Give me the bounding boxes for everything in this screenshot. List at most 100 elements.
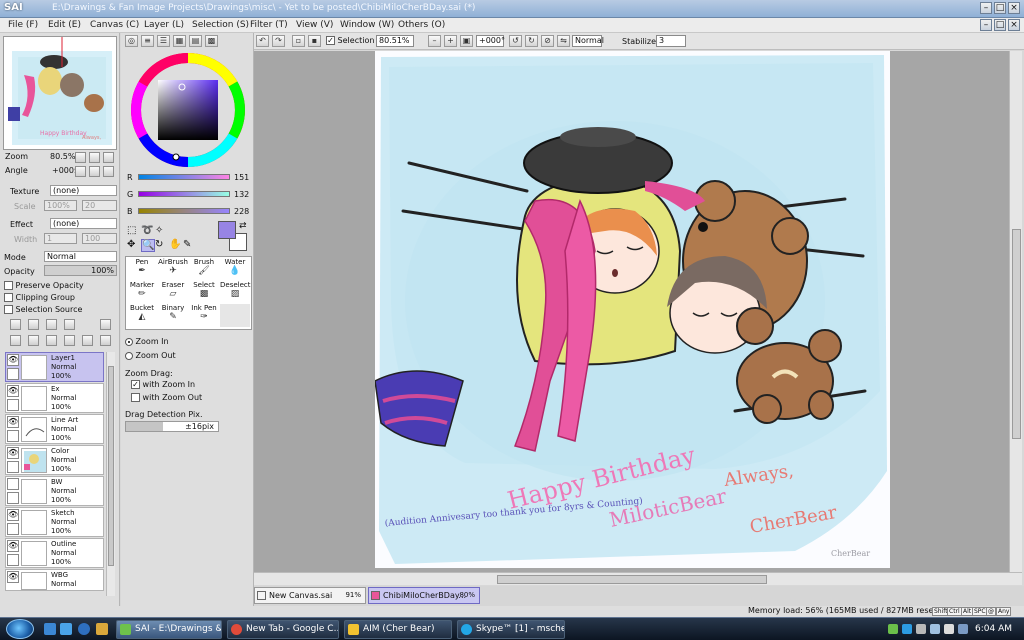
new-linework-layer-icon[interactable] [28,319,39,330]
tool-airbrush[interactable]: AirBrush ✈ [158,258,188,281]
start-button[interactable] [6,619,34,639]
zoom-in-button[interactable]: + [444,35,457,47]
tool-marker[interactable]: Marker ✏ [127,281,157,304]
menu-others[interactable]: Others (O) [398,20,445,30]
pen-lock-icon[interactable] [7,461,19,473]
layer-item-layer1[interactable]: 👁 Layer1 Normal 100% [5,352,104,382]
scratchpad-tab-icon[interactable]: ▤ [189,35,202,47]
new-layer-icon[interactable] [10,319,21,330]
visibility-eye-icon[interactable]: 👁 [7,416,19,428]
opacity-slider[interactable]: 100% [44,265,117,276]
scale-num-field[interactable]: 20 [82,200,117,211]
hsv-slider-tab-icon[interactable]: ☰ [157,35,170,47]
tool-ink-pen[interactable]: Ink Pen ✑ [189,304,219,327]
selection-toggle[interactable]: ✓ Selection [326,36,374,45]
layer-item-sketch[interactable]: 👁 Sketch Normal 100% [5,507,104,537]
tool-empty-slot[interactable] [220,304,250,327]
merge-visible-icon[interactable] [46,335,57,346]
tool-bucket[interactable]: Bucket ◭ [127,304,157,327]
show-desktop-icon[interactable] [44,623,56,635]
layer-mask-icon[interactable] [100,319,111,330]
doc-tab-chibi[interactable]: ChibiMiloCherBDay... 80% [368,587,480,604]
layer-item-color[interactable]: 👁 Color Normal 100% [5,445,104,475]
rotate-tool-icon[interactable]: ↻ [155,239,163,250]
with-zoom-out-checkbox[interactable] [131,393,140,402]
nav-rotate-right-button[interactable] [89,166,100,177]
tool-brush[interactable]: Brush 🖌 [189,258,219,281]
task-sai[interactable]: SAI - E:\Drawings & ... [116,620,222,639]
zoom-out-radio[interactable] [125,351,133,360]
deselect-button[interactable]: ▫ [292,35,305,47]
maximize-button[interactable]: □ [994,2,1006,14]
with-zoom-in-option[interactable]: ✓ with Zoom In [131,380,195,389]
pen-lock-icon[interactable] [7,399,19,411]
nav-zoom-reset-button[interactable] [103,152,114,163]
layer-item-wbg[interactable]: 👁 WBG Normal [5,569,104,591]
canvas-horizontal-scrollbar[interactable] [254,572,1022,585]
scale-field[interactable]: 100% [44,200,77,211]
menu-edit[interactable]: Edit (E) [48,20,81,30]
nav-zoom-out-button[interactable] [75,152,86,163]
doc-tab-new-canvas[interactable]: New Canvas.sai 91% [254,587,366,604]
nav-zoom-in-button[interactable] [89,152,100,163]
swap-colors-icon[interactable]: ⇄ [239,221,247,231]
merge-down-icon[interactable] [28,335,39,346]
visibility-eye-icon[interactable]: 👁 [7,447,19,459]
menu-canvas[interactable]: Canvas (C) [90,20,139,30]
rotate-left-button[interactable]: ↺ [509,35,522,47]
menu-layer[interactable]: Layer (L) [144,20,184,30]
lasso-icon[interactable]: ➰ [141,225,153,236]
rotate-reset-button[interactable]: ⊘ [541,35,554,47]
tool-pen[interactable]: Pen ✒ [127,258,157,281]
selection-checkbox[interactable]: ✓ [326,36,335,45]
pen-lock-icon[interactable] [7,523,19,535]
pen-lock-icon[interactable] [7,368,19,380]
tool-select[interactable]: Select ▩ [189,281,219,304]
chevron-right-icon[interactable] [96,623,108,635]
switch-windows-icon[interactable] [60,623,72,635]
zoom-out-option[interactable]: Zoom Out [125,351,176,360]
foreground-color-swatch[interactable] [218,221,236,239]
menu-view[interactable]: View (V) [296,20,333,30]
canvas-workspace[interactable]: Happy Birthday MiloticBear (Audition Ann… [254,51,1009,572]
layer-props-icon[interactable] [82,335,93,346]
tray-skype-icon[interactable] [902,624,912,634]
eyedropper-icon[interactable]: ✎ [183,239,191,250]
nav-rotate-reset-button[interactable] [103,166,114,177]
pen-lock-icon[interactable] [7,554,19,566]
visibility-eye-icon[interactable]: 👁 [7,540,19,552]
delete-layer-icon[interactable] [100,335,111,346]
clear-layer-icon[interactable] [64,335,75,346]
green-slider[interactable] [138,191,230,197]
canvas-vertical-scrollbar[interactable] [1009,51,1022,572]
width-field[interactable]: 1 [44,233,77,244]
zoom-in-radio[interactable] [125,337,133,346]
layers-scrollbar[interactable] [106,352,115,596]
zoom-out-button[interactable]: – [428,35,441,47]
preserve-opacity-option[interactable]: Preserve Opacity [4,281,84,290]
tool-deselect[interactable]: Deselect ▨ [220,281,251,304]
doc-restore-button[interactable]: □ [994,19,1006,31]
visibility-eye-icon[interactable]: 👁 [7,354,19,366]
flip-button[interactable]: ⇋ [557,35,570,47]
blue-slider[interactable] [138,208,230,214]
tray-volume-icon[interactable] [944,624,954,634]
trash-icon[interactable] [64,319,75,330]
menu-filter[interactable]: Filter (T) [250,20,288,30]
hand-icon[interactable]: ✋ [169,239,181,250]
zoom-tool-icon[interactable]: 🔍 [141,239,156,252]
palette-tab-icon[interactable]: ▩ [205,35,218,47]
copy-layer-icon[interactable] [10,335,21,346]
zoom-in-option[interactable]: Zoom In [125,337,169,346]
layer-item-ex[interactable]: 👁 Ex Normal 100% [5,383,104,413]
with-zoom-in-checkbox[interactable]: ✓ [131,380,140,389]
clipping-group-checkbox[interactable] [4,293,13,302]
tray-flag-icon[interactable] [958,624,968,634]
tray-app-icon[interactable] [888,624,898,634]
move-icon[interactable]: ✥ [127,239,135,250]
task-skype[interactable]: Skype™ [1] - mscher... [457,620,565,639]
color-wheel[interactable] [129,51,247,169]
nav-rotate-left-button[interactable] [75,166,86,177]
selection-source-checkbox[interactable] [4,305,13,314]
doc-minimize-button[interactable]: – [980,19,992,31]
